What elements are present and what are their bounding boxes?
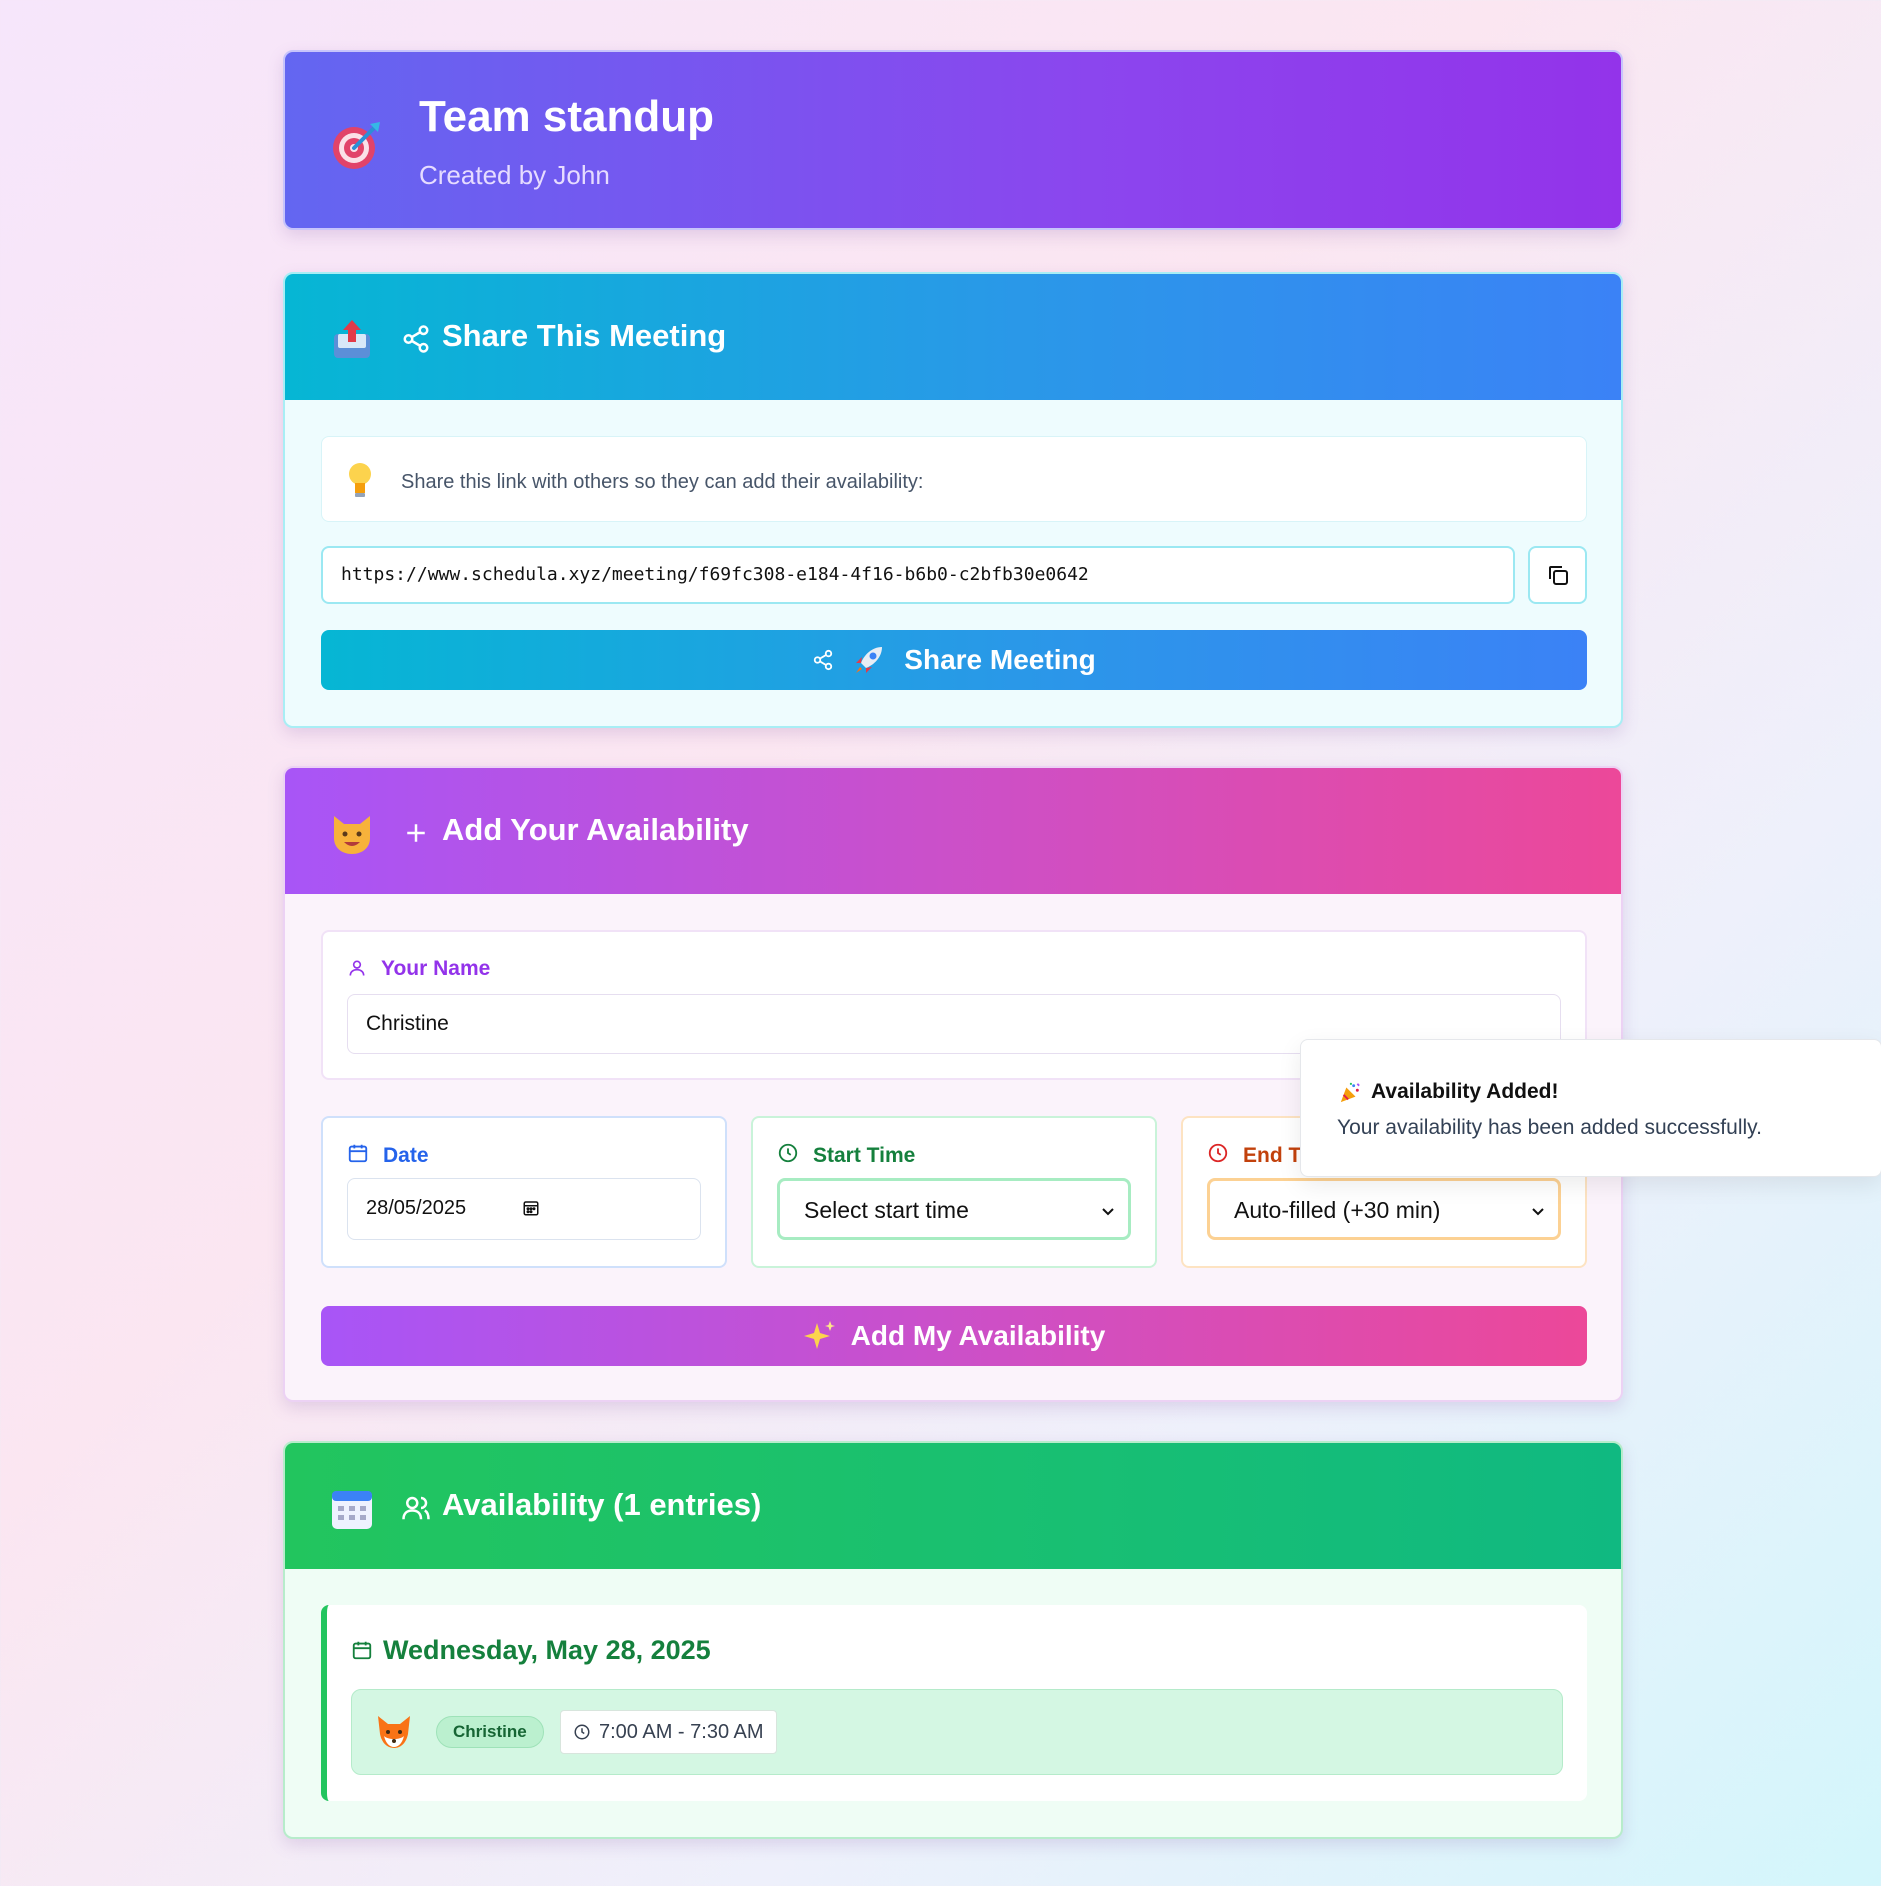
sparkles-icon bbox=[803, 1321, 835, 1349]
group-date-heading: Wednesday, May 28, 2025 bbox=[383, 1635, 711, 1665]
date-field-group: Date 28/05/2025 bbox=[321, 1116, 727, 1268]
availability-date-group: Wednesday, May 28, 2025 Christine 7:00 A… bbox=[321, 1605, 1587, 1801]
rocket-icon bbox=[856, 647, 883, 673]
lightbulb-icon bbox=[349, 463, 371, 497]
meeting-title: Team standup bbox=[419, 92, 715, 141]
calendar-icon bbox=[348, 1144, 368, 1163]
fox-face-icon bbox=[378, 1716, 410, 1748]
add-availability-title: Add Your Availability bbox=[442, 812, 749, 847]
user-icon bbox=[349, 960, 365, 976]
availability-list-title: Availability (1 entries) bbox=[442, 1487, 762, 1522]
share-section: Share This Meeting Share this link with … bbox=[283, 272, 1623, 728]
share-icon bbox=[403, 325, 429, 353]
outbox-tray-icon bbox=[334, 320, 370, 358]
share-section-title: Share This Meeting bbox=[442, 318, 727, 353]
entry-time-chip: 7:00 AM - 7:30 AM bbox=[560, 1710, 777, 1754]
share-tip: Share this link with others so they can … bbox=[321, 436, 1587, 522]
share-meeting-label: Share Meeting bbox=[904, 644, 1096, 675]
clock-icon bbox=[1208, 1143, 1228, 1163]
availability-list-header: Availability (1 entries) bbox=[285, 1443, 1621, 1569]
copy-icon bbox=[1548, 566, 1568, 585]
clock-icon bbox=[574, 1724, 590, 1740]
end-time-select[interactable]: Auto-filled (+30 min) bbox=[1207, 1178, 1561, 1240]
share-tip-text: Share this link with others so they can … bbox=[401, 471, 924, 493]
success-toast: Availability Added! Your availability ha… bbox=[1300, 1039, 1881, 1177]
availability-entry: Christine 7:00 AM - 7:30 AM bbox=[351, 1689, 1563, 1775]
end-time-label: End Ti bbox=[1243, 1144, 1307, 1167]
end-time-value: Auto-filled (+30 min) bbox=[1234, 1197, 1441, 1223]
meeting-link-input[interactable]: https://www.schedula.xyz/meeting/f69fc30… bbox=[321, 546, 1515, 604]
target-icon bbox=[333, 122, 380, 169]
add-availability-header: Add Your Availability bbox=[285, 768, 1621, 894]
start-time-select[interactable]: Select start time bbox=[777, 1178, 1131, 1240]
meeting-header: Team standup Created by John bbox=[283, 50, 1623, 230]
start-time-label: Start Time bbox=[813, 1144, 916, 1167]
availability-list-section: Availability (1 entries) Wednesday, May … bbox=[283, 1441, 1623, 1839]
entry-name-badge: Christine bbox=[436, 1716, 544, 1748]
copy-link-button[interactable] bbox=[1528, 546, 1587, 604]
toast-title: Availability Added! bbox=[1371, 1080, 1559, 1103]
add-availability-button[interactable]: Add My Availability bbox=[321, 1306, 1587, 1366]
date-value: 28/05/2025 bbox=[366, 1197, 467, 1219]
chevron-down-icon bbox=[1102, 1208, 1114, 1216]
start-time-field-group: Start Time Select start time bbox=[751, 1116, 1157, 1268]
calendar-emoji-icon bbox=[332, 1491, 372, 1529]
party-popper-icon bbox=[1340, 1082, 1360, 1103]
add-availability-label: Add My Availability bbox=[850, 1320, 1106, 1351]
chevron-down-icon bbox=[1532, 1208, 1544, 1216]
start-time-value: Select start time bbox=[804, 1197, 969, 1223]
entry-time-text: 7:00 AM - 7:30 AM bbox=[599, 1721, 764, 1743]
date-input[interactable]: 28/05/2025 bbox=[347, 1178, 701, 1240]
meeting-creator: Created by John bbox=[419, 160, 610, 190]
plus-icon bbox=[407, 824, 425, 842]
users-icon bbox=[402, 1496, 430, 1520]
clock-icon bbox=[778, 1143, 798, 1163]
share-meeting-button[interactable]: Share Meeting bbox=[321, 630, 1587, 690]
calendar-icon bbox=[352, 1641, 372, 1660]
name-label: Your Name bbox=[381, 957, 491, 980]
share-section-header: Share This Meeting bbox=[285, 274, 1621, 400]
cat-face-icon bbox=[334, 816, 370, 854]
toast-message: Your availability has been added success… bbox=[1337, 1116, 1762, 1139]
share-icon bbox=[814, 649, 833, 671]
calendar-picker-icon[interactable] bbox=[522, 1199, 540, 1217]
date-label: Date bbox=[383, 1144, 429, 1167]
